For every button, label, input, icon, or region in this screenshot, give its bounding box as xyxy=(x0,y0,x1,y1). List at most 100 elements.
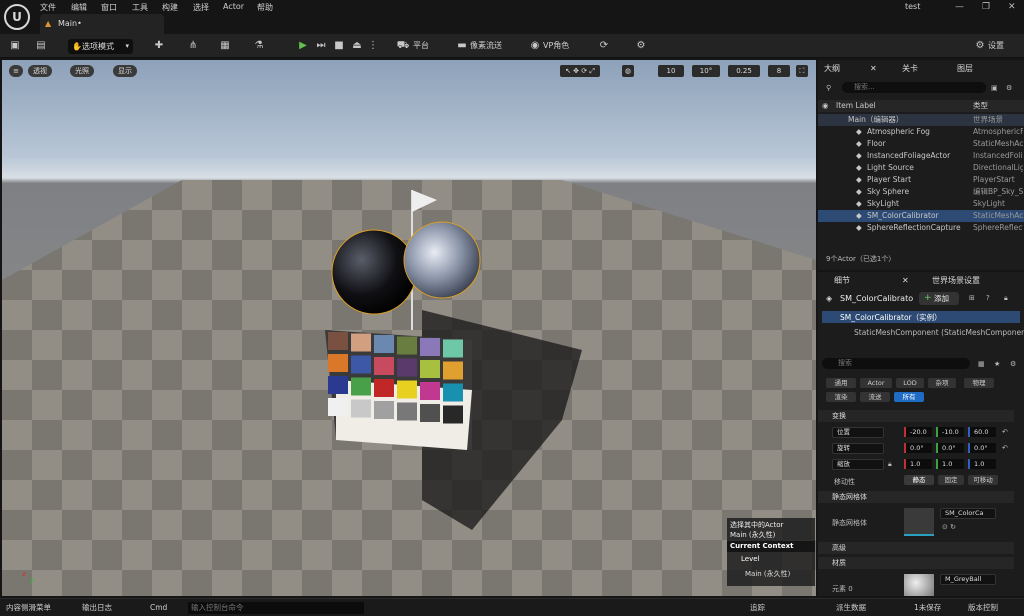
scale-snap[interactable]: 0.25 xyxy=(728,65,760,77)
settings-icon[interactable]: ⚙ xyxy=(1006,84,1012,92)
cmd-dropdown[interactable]: Cmd xyxy=(150,602,167,614)
menu-help[interactable]: 帮助 xyxy=(257,2,273,13)
category-general[interactable]: 通用 xyxy=(826,378,856,388)
rotation-dropdown[interactable]: 旋转 xyxy=(832,443,884,454)
section-advanced[interactable]: 高级 xyxy=(818,542,1014,554)
minimize-icon[interactable]: — xyxy=(955,2,964,12)
rotation-y[interactable]: 0.0° xyxy=(936,443,964,453)
menu-tools[interactable]: 工具 xyxy=(132,2,148,13)
show-button[interactable]: 显示 xyxy=(113,65,137,77)
category-streaming[interactable]: 流送 xyxy=(860,392,890,402)
lock-icon[interactable]: 🔒︎ xyxy=(888,460,892,469)
mode-selector[interactable]: ✋ 选项模式 ▾ xyxy=(68,39,133,54)
lit-button[interactable]: 光照 xyxy=(70,65,94,77)
col-item-label[interactable]: Item Label xyxy=(836,100,876,112)
details-search-input[interactable]: 搜索 xyxy=(822,358,970,369)
filter-icon[interactable]: ⚲ xyxy=(826,84,831,92)
menu-select[interactable]: 选择 xyxy=(193,2,209,13)
perspective-button[interactable]: 透视 xyxy=(28,65,52,77)
save-icon[interactable]: ▣ xyxy=(8,39,22,53)
mobility-stationary[interactable]: 固定 xyxy=(938,475,964,485)
menu-edit[interactable]: 编辑 xyxy=(71,2,87,13)
eject-icon[interactable]: ⏏ xyxy=(350,39,364,53)
component-label[interactable]: StaticMeshComponent (StaticMeshComponer xyxy=(854,328,1024,337)
grid-snap[interactable]: 10 xyxy=(658,65,684,77)
category-lod[interactable]: LOD xyxy=(896,378,924,388)
scale-x[interactable]: 1.0 xyxy=(904,459,932,469)
reset-icon[interactable]: ↶ xyxy=(1002,444,1008,452)
platform-button[interactable]: 平台 xyxy=(413,39,429,53)
console-input[interactable]: 输入控制台命令 xyxy=(188,602,364,614)
menu-file[interactable]: 文件 xyxy=(40,2,56,13)
settings-button[interactable]: 设置 xyxy=(988,39,1004,53)
material-dropdown[interactable]: M_GreyBall xyxy=(940,574,996,585)
debug-icon[interactable]: ⚗ xyxy=(252,39,266,53)
context-level[interactable]: Level xyxy=(741,555,759,563)
compile-icon[interactable]: ⟳ xyxy=(597,39,611,53)
col-type[interactable]: 类型 xyxy=(973,100,1023,112)
outliner-row[interactable]: ◆ SkyLight SkyLight xyxy=(818,198,1024,210)
restore-icon[interactable]: ❐ xyxy=(982,2,990,12)
section-static-mesh[interactable]: 静态网格体 xyxy=(818,491,1014,503)
context-value[interactable]: Main (永久性) xyxy=(745,569,790,579)
location-dropdown[interactable]: 位置 xyxy=(832,427,884,438)
blueprint-icon[interactable]: ⋔ xyxy=(186,39,200,53)
location-y[interactable]: -10.0 xyxy=(936,427,964,437)
outliner-root-row[interactable]: Main（编辑器） 世界场景 xyxy=(818,114,1024,126)
content-drawer-button[interactable]: 内容侧滑菜单 xyxy=(6,602,51,614)
mesh-thumbnail[interactable] xyxy=(904,508,934,536)
category-rendering[interactable]: 渲染 xyxy=(826,392,856,402)
folder-add-icon[interactable]: ▣ xyxy=(991,84,998,92)
source-control-button[interactable]: 版本控制 xyxy=(968,602,998,614)
tab-outliner[interactable]: 大纲 xyxy=(824,62,840,76)
camera-speed[interactable]: 8 xyxy=(768,65,790,77)
maximize-icon[interactable]: ⛶ xyxy=(796,65,808,77)
play-icon[interactable]: ▶ xyxy=(296,39,310,53)
rotation-z[interactable]: 0.0° xyxy=(968,443,996,453)
outliner-row[interactable]: ◆ Atmospheric Fog AtmosphericF xyxy=(818,126,1024,138)
outliner-row[interactable]: ◆ Sky Sphere 编辑BP_Sky_S xyxy=(818,186,1024,198)
cinematics-icon[interactable]: ▦ xyxy=(218,39,232,53)
outliner-row[interactable]: ◆ Floor StaticMeshAc xyxy=(818,138,1024,150)
tab-world-settings[interactable]: 世界场景设置 xyxy=(932,274,980,288)
scale-dropdown[interactable]: 缩放 xyxy=(832,459,884,470)
scale-y[interactable]: 1.0 xyxy=(936,459,964,469)
location-z[interactable]: 60.0 xyxy=(968,427,996,437)
step-icon[interactable]: ⏭ xyxy=(314,39,328,53)
unreal-logo-icon[interactable]: U xyxy=(4,4,30,30)
location-x[interactable]: -20.0 xyxy=(904,427,932,437)
material-thumbnail[interactable] xyxy=(904,574,934,596)
add-actor-icon[interactable]: ✚ xyxy=(152,39,166,53)
reset-icon[interactable]: ↶ xyxy=(1002,428,1008,436)
content-browser-icon[interactable]: ▤ xyxy=(34,39,48,53)
close-icon[interactable]: ✕ xyxy=(1008,2,1016,12)
menu-window[interactable]: 窗口 xyxy=(101,2,117,13)
stop-icon[interactable]: ■ xyxy=(332,39,346,53)
derived-data-button[interactable]: 派生数据 xyxy=(836,602,866,614)
menu-actor[interactable]: Actor xyxy=(223,2,244,11)
viewport-menu-icon[interactable]: ≡ xyxy=(9,65,23,77)
modes-icon[interactable]: ⚙ xyxy=(634,39,648,53)
category-physics[interactable]: 物理 xyxy=(964,378,994,388)
mobility-static[interactable]: 静态 xyxy=(904,475,934,485)
level-tab[interactable]: ▲ Main• xyxy=(40,14,164,34)
close-icon[interactable]: ✕ xyxy=(870,62,877,76)
star-icon[interactable]: ★ xyxy=(994,360,1000,368)
transform-tools[interactable]: ↖ ✥ ⟳ ⤢ xyxy=(560,65,600,77)
rotation-snap[interactable]: 10° xyxy=(692,65,720,77)
scale-z[interactable]: 1.0 xyxy=(968,459,996,469)
close-icon[interactable]: ✕ xyxy=(902,274,909,288)
mobility-movable[interactable]: 可移动 xyxy=(968,475,998,485)
unsaved-button[interactable]: 1未保存 xyxy=(914,602,941,614)
category-all[interactable]: 所有 xyxy=(894,392,924,402)
lock-icon[interactable]: 🔒︎ xyxy=(1004,294,1008,303)
rotation-x[interactable]: 0.0° xyxy=(904,443,932,453)
browse-icon[interactable]: ⊙ ↻ xyxy=(942,523,956,531)
tab-layers[interactable]: 图层 xyxy=(957,62,973,76)
more-options-icon[interactable]: ⋮ xyxy=(366,39,380,53)
category-actor[interactable]: Actor xyxy=(860,378,892,388)
instance-row[interactable]: SM_ColorCalibrator（实例） xyxy=(822,311,1020,323)
vp-role-button[interactable]: VP角色 xyxy=(543,39,569,53)
outliner-row[interactable]: ◆ InstancedFoliageActor InstancedFolia xyxy=(818,150,1024,162)
section-materials[interactable]: 材质 xyxy=(818,557,1014,569)
